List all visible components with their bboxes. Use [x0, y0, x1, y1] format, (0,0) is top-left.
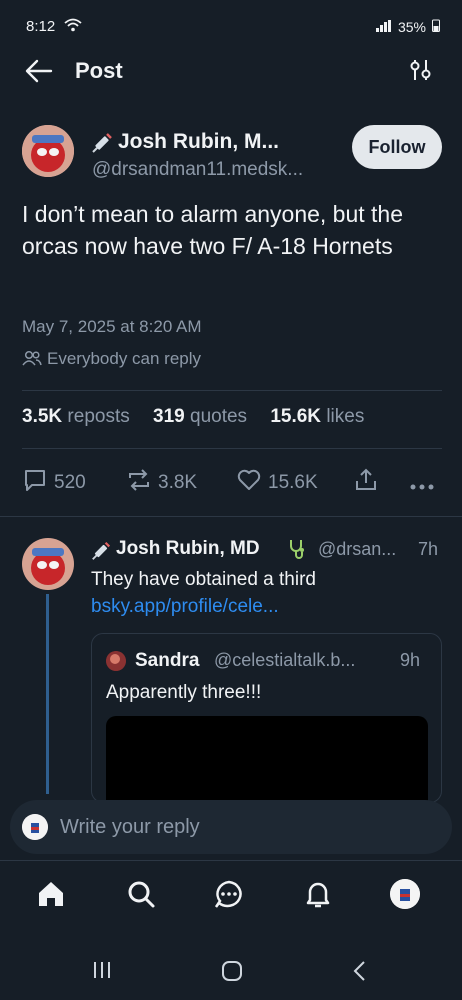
- status-bar: 8:12 35%: [0, 0, 462, 50]
- wifi-icon: [64, 18, 82, 36]
- quote-author-avatar: [106, 651, 126, 671]
- back-arrow-icon[interactable]: [24, 58, 54, 84]
- repost-icon: [126, 467, 152, 499]
- post-timestamp: May 7, 2025 at 8:20 AM: [22, 317, 202, 336]
- reply-count: 520: [54, 472, 86, 493]
- thread-line: [46, 594, 49, 794]
- status-time: 8:12: [26, 18, 56, 35]
- home-icon[interactable]: [36, 879, 66, 914]
- author-avatar[interactable]: [22, 125, 74, 177]
- syringe-icon: [90, 540, 112, 567]
- author-handle[interactable]: @drsandman11.medsk...: [92, 159, 303, 181]
- share-icon[interactable]: [353, 467, 379, 498]
- my-avatar: [22, 814, 48, 840]
- reply-author-name[interactable]: Josh Rubin, MD: [116, 538, 260, 560]
- more-options-icon[interactable]: [410, 477, 434, 495]
- quoted-post[interactable]: Sandra @celestialtalk.b... 9h Apparently…: [91, 633, 442, 803]
- search-icon[interactable]: [126, 879, 156, 914]
- bottom-tab-bar: [0, 860, 462, 932]
- syringe-icon: [90, 131, 114, 160]
- quotes-stat[interactable]: 319 quotes: [153, 406, 247, 427]
- comment-icon: [22, 467, 48, 499]
- reply-author-handle[interactable]: @drsan...: [318, 539, 396, 560]
- home-button-icon[interactable]: [221, 960, 243, 987]
- battery-icon: [432, 18, 440, 35]
- repost-action[interactable]: 3.8K: [126, 467, 197, 499]
- stethoscope-icon: [286, 537, 310, 566]
- quote-text: Apparently three!!!: [106, 682, 262, 703]
- thread-settings-icon[interactable]: [410, 58, 432, 82]
- quote-author-name: Sandra: [135, 650, 200, 671]
- post-stats: 3.5K reposts 319 quotes 15.6K likes: [22, 406, 364, 428]
- reply-setting[interactable]: Everybody can reply: [47, 349, 201, 369]
- page-title: Post: [75, 58, 123, 83]
- battery-level: 35%: [397, 18, 426, 35]
- quote-media[interactable]: [106, 716, 428, 802]
- back-button-icon[interactable]: [352, 960, 366, 987]
- quote-author-handle: @celestialtalk.b...: [214, 650, 356, 670]
- people-icon: [22, 350, 42, 371]
- reply-composer[interactable]: Write your reply: [10, 800, 452, 854]
- bell-icon[interactable]: [303, 879, 333, 914]
- reply-link[interactable]: bsky.app/profile/cele...: [91, 596, 279, 618]
- recent-apps-icon[interactable]: [92, 960, 112, 985]
- chat-icon[interactable]: [213, 879, 245, 914]
- divider: [22, 448, 442, 449]
- divider: [22, 390, 442, 391]
- system-nav-bar: [0, 932, 462, 1000]
- post-text: I don’t mean to alarm anyone, but the or…: [22, 201, 404, 259]
- page-header: Post: [0, 50, 462, 94]
- reposts-stat[interactable]: 3.5K reposts: [22, 406, 130, 427]
- heart-icon: [236, 467, 262, 499]
- quote-time: 9h: [400, 650, 421, 670]
- likes-stat[interactable]: 15.6K likes: [270, 406, 364, 427]
- divider: [0, 516, 462, 517]
- repost-count: 3.8K: [158, 472, 198, 493]
- reply-input[interactable]: Write your reply: [60, 816, 200, 839]
- author-name[interactable]: Josh Rubin, M...: [118, 130, 279, 154]
- reply-time: 7h: [418, 539, 439, 559]
- like-count: 15.6K: [268, 472, 318, 493]
- reply-text: They have obtained a third: [91, 569, 316, 590]
- reply-action[interactable]: 520: [22, 467, 86, 499]
- like-action[interactable]: 15.6K: [236, 467, 318, 499]
- profile-avatar[interactable]: [390, 879, 420, 909]
- reply-author-avatar[interactable]: [22, 538, 74, 590]
- follow-button[interactable]: Follow: [352, 125, 442, 169]
- signal-icon: [375, 19, 392, 35]
